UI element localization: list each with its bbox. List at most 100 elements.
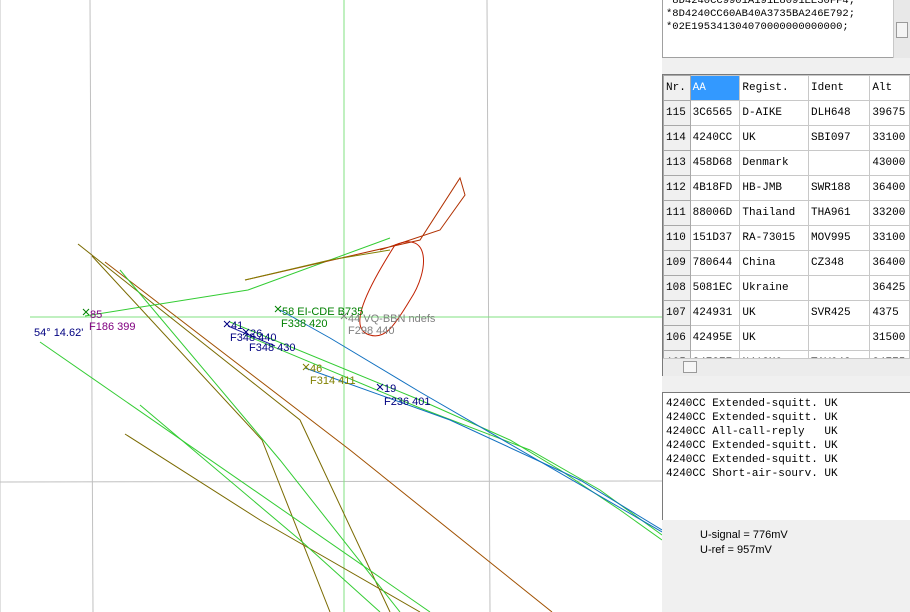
raw-log-scrollbar[interactable] — [893, 0, 910, 58]
target-85-flight: F186 399 — [89, 321, 135, 333]
target-19-flight: F236 401 — [384, 396, 430, 408]
aircraft-tracks — [39, 176, 662, 612]
row-number: 106 — [663, 325, 691, 351]
cell-aa: 4240CC — [689, 125, 741, 151]
column-header-ident[interactable]: Ident — [808, 75, 871, 101]
cell-regist: UK — [739, 125, 810, 151]
table-row[interactable]: 109 780644 China CZ348 36400 — [663, 250, 910, 276]
cell-alt: 36400 — [869, 175, 910, 201]
cell-regist: UK — [739, 325, 810, 351]
row-number: 115 — [663, 100, 691, 126]
cell-alt: 39675 — [869, 100, 910, 126]
target-46-flight: F314 411 — [310, 375, 356, 387]
cell-regist: Ukraine — [739, 275, 810, 301]
target-58-flight: F338 420 — [281, 318, 327, 330]
row-number: 112 — [663, 175, 691, 201]
cell-aa: 3C6565 — [689, 100, 741, 126]
message-log-line: 4240CC Extended-squitt. UK — [666, 454, 838, 466]
row-number: 111 — [663, 200, 691, 226]
table-header-row: Nr. AA Regist. Ident Alt — [663, 75, 910, 101]
cell-aa: 4B18FD — [689, 175, 741, 201]
radar-canvas[interactable]: 54° 14.62' 85 F186 399 58 EI-CDE B735 F3… — [0, 0, 662, 612]
column-header-aa[interactable]: AA — [689, 75, 741, 101]
column-header-alt[interactable]: Alt — [869, 75, 910, 101]
cell-ident: SWR188 — [808, 175, 871, 201]
row-number: 107 — [663, 300, 691, 326]
cell-regist: China — [739, 250, 810, 276]
table-row[interactable]: 108 5081EC Ukraine 36425 — [663, 275, 910, 301]
raw-message-line: *8D4240CC60AB40A3735BA246E792; — [666, 8, 856, 21]
cell-aa: 151D37 — [689, 225, 741, 251]
target-41-marker[interactable] — [223, 320, 231, 328]
cell-ident: THA961 — [808, 200, 871, 226]
cell-alt: 31500 — [869, 325, 910, 351]
cell-alt: 33200 — [869, 200, 910, 226]
target-26-id: 26 — [250, 328, 262, 340]
cell-alt: 36400 — [869, 250, 910, 276]
cell-aa: 88006D — [689, 200, 741, 226]
cell-aa: 424931 — [689, 300, 741, 326]
cell-aa: 5081EC — [689, 275, 741, 301]
message-log-line: 4240CC Short-air-sourv. UK — [666, 468, 838, 480]
column-header-nr[interactable]: Nr. — [663, 75, 691, 101]
message-log-line: 4240CC Extended-squitt. UK — [666, 398, 838, 410]
cell-alt: 33100 — [869, 125, 910, 151]
table-row[interactable]: 111 88006D Thailand THA961 33200 — [663, 200, 910, 226]
target-46-id: 46 — [310, 363, 322, 375]
cell-ident — [808, 275, 871, 301]
target-85-marker[interactable] — [82, 308, 90, 316]
message-log-line: 4240CC All-call-reply UK — [666, 426, 838, 438]
coordinate-label: 54° 14.62' — [34, 327, 83, 339]
cell-aa: 458D68 — [689, 150, 741, 176]
u-signal-value: U-signal = 776mV — [700, 529, 788, 541]
message-log[interactable]: 4240CC Extended-squitt. UK 4240CC Extende… — [662, 392, 910, 520]
cell-regist: D-AIKE — [739, 100, 810, 126]
cell-alt: 4375 — [869, 300, 910, 326]
table-horizontal-scrollbar[interactable] — [663, 358, 910, 376]
target-19-id: 19 — [384, 383, 396, 395]
cell-ident — [808, 150, 871, 176]
table-row[interactable]: 115 3C6565 D-AIKE DLH648 39675 — [663, 100, 910, 126]
target-46-marker[interactable] — [302, 363, 310, 371]
cell-ident: DLH648 — [808, 100, 871, 126]
aircraft-table[interactable]: Nr. AA Regist. Ident Alt 115 3C6565 D-AIKE… — [662, 74, 910, 376]
message-log-line: 4240CC Extended-squitt. UK — [666, 440, 838, 452]
cell-ident: SBI097 — [808, 125, 871, 151]
radar-map[interactable]: 54° 14.62' 85 F186 399 58 EI-CDE B735 F3… — [0, 0, 662, 612]
row-number: 110 — [663, 225, 691, 251]
raw-message-log[interactable]: *8D4240CC9901A191E8091EE30FF4; *8D4240CC6… — [662, 0, 910, 58]
target-58-marker[interactable] — [274, 305, 282, 313]
target-26-flight: F348 430 — [249, 342, 295, 354]
table-row[interactable]: 106 42495E UK 31500 — [663, 325, 910, 351]
table-row[interactable]: 113 458D68 Denmark 43000 — [663, 150, 910, 176]
table-row[interactable]: 114 4240CC UK SBI097 33100 — [663, 125, 910, 151]
cell-aa: 780644 — [689, 250, 741, 276]
row-number: 114 — [663, 125, 691, 151]
table-row[interactable]: 112 4B18FD HB-JMB SWR188 36400 — [663, 175, 910, 201]
target-41-id: 41 — [231, 320, 243, 332]
table-row[interactable]: 110 151D37 RA-73015 MOV995 33100 — [663, 225, 910, 251]
raw-message-line: *02E195341304070000000000000; — [666, 21, 849, 34]
cell-aa: 42495E — [689, 325, 741, 351]
target-85-id: 85 — [90, 309, 102, 321]
u-ref-value: U-ref = 957mV — [700, 544, 772, 556]
cell-ident: CZ348 — [808, 250, 871, 276]
signal-readout: U-signal = 776mV U-ref = 957mV — [700, 528, 788, 558]
cell-alt: 43000 — [869, 150, 910, 176]
table-scroll-thumb[interactable] — [683, 361, 697, 373]
raw-log-scroll-thumb[interactable] — [896, 22, 908, 38]
target-19-marker[interactable] — [376, 383, 384, 391]
cell-ident: MOV995 — [808, 225, 871, 251]
row-number: 108 — [663, 275, 691, 301]
table-row[interactable]: 107 424931 UK SVR425 4375 — [663, 300, 910, 326]
column-header-regist[interactable]: Regist. — [739, 75, 810, 101]
cell-alt: 36425 — [869, 275, 910, 301]
raw-message-line: *8D4240CC9901A191E8091EE30FF4; — [666, 0, 856, 7]
message-log-line: 4240CC Extended-squitt. UK — [666, 412, 838, 424]
cell-ident: SVR425 — [808, 300, 871, 326]
cell-regist: Denmark — [739, 150, 810, 176]
target-44-flight: F298 440 — [348, 325, 394, 337]
cell-ident — [808, 325, 871, 351]
cell-regist: UK — [739, 300, 810, 326]
cell-alt: 33100 — [869, 225, 910, 251]
